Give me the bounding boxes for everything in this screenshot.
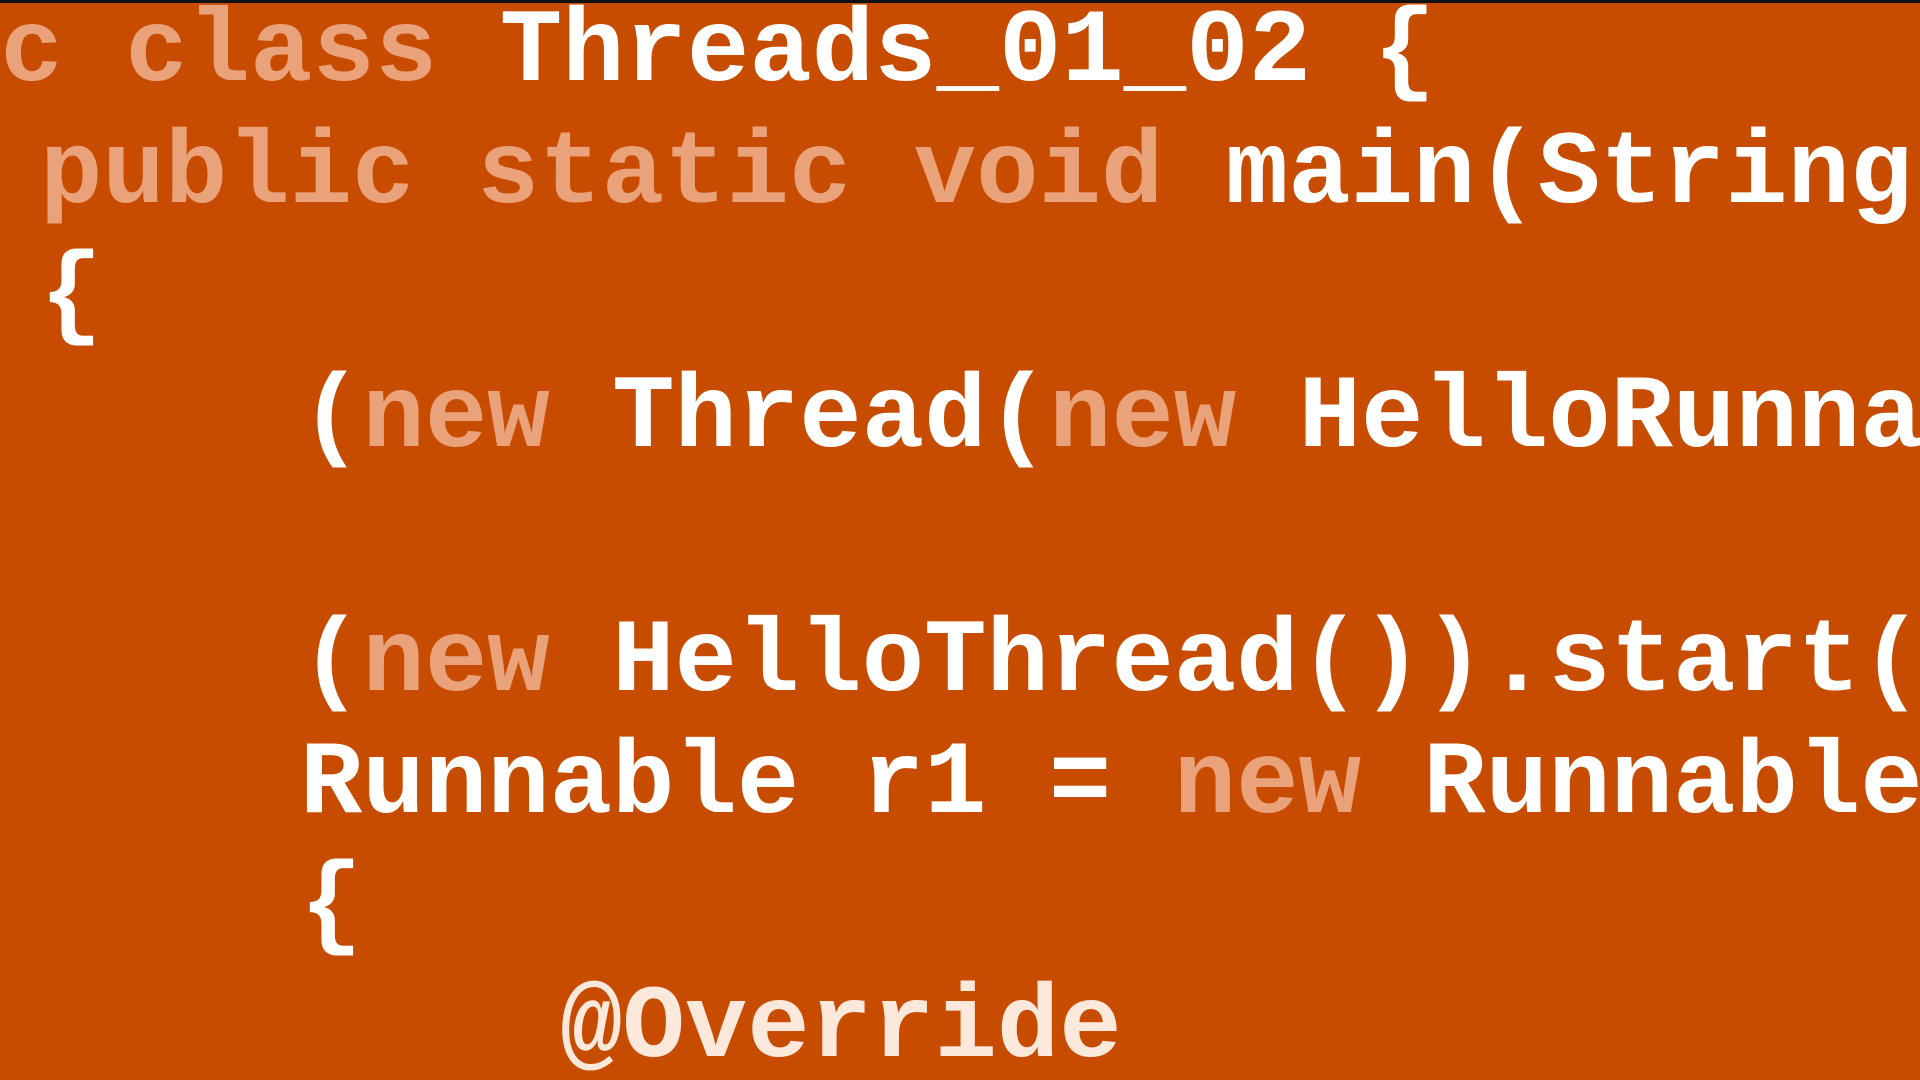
annotation-token: @Override xyxy=(560,970,1122,1080)
code-line-open-brace: { xyxy=(40,237,102,357)
identifier-token: Runnable r1 = xyxy=(300,726,1174,844)
code-line-main-method: public static void main(String xyxy=(40,115,1912,235)
identifier-token: main(String xyxy=(1163,116,1913,234)
code-line-new-thread: (new Thread(new HelloRunna xyxy=(300,359,1920,479)
paren-token: ( xyxy=(300,604,363,722)
keyword-token: new xyxy=(362,360,550,478)
paren-token: ( xyxy=(300,360,363,478)
brace-token: { xyxy=(300,848,363,966)
keyword-token: new xyxy=(1173,726,1361,844)
code-editor-view: ic class Threads_01_02 { public static v… xyxy=(0,0,1920,1080)
brace-token: { xyxy=(40,238,103,356)
code-line-class-declaration: ic class Threads_01_02 { xyxy=(0,0,1436,113)
identifier-token: HelloRunna xyxy=(1236,360,1920,478)
keyword-token: new xyxy=(362,604,550,722)
keyword-token: new xyxy=(1048,360,1237,478)
keyword-token: public static void xyxy=(40,116,1164,234)
identifier-token: HelloThread()).start( xyxy=(549,604,1920,722)
code-line-override-annotation: @Override xyxy=(560,969,1122,1080)
keyword-token: ic class xyxy=(0,0,438,112)
identifier-token: Thread( xyxy=(549,360,1049,478)
identifier-token: Threads_01_02 { xyxy=(437,0,1436,112)
identifier-token: Runnable xyxy=(1360,726,1920,844)
code-line-hello-thread-start: (new HelloThread()).start( xyxy=(300,603,1920,723)
code-line-open-brace: { xyxy=(300,847,362,967)
code-line-runnable-declaration: Runnable r1 = new Runnable xyxy=(300,725,1920,845)
